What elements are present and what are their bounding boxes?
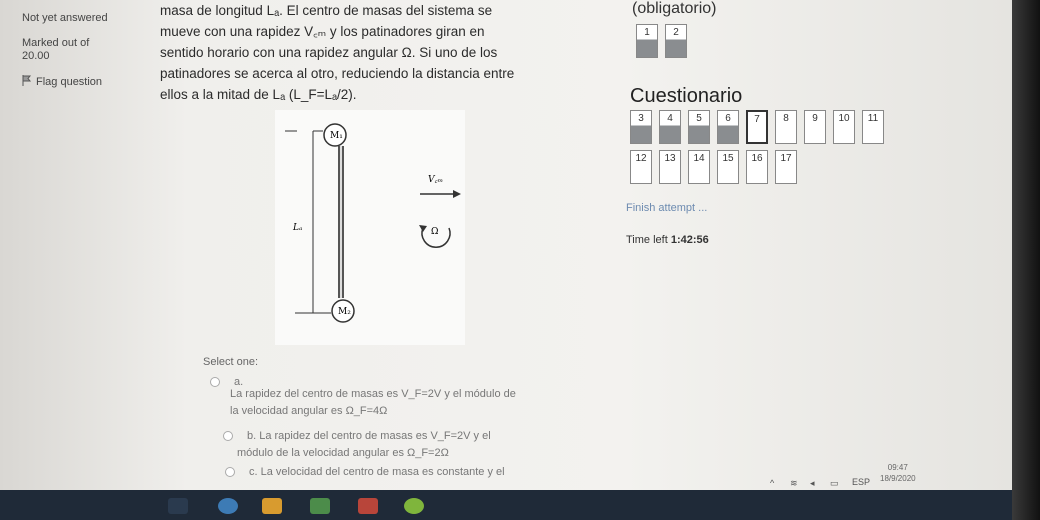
quiz-nav-number: 12 — [635, 153, 647, 164]
edge-browser-icon[interactable] — [218, 498, 238, 514]
volume-icon[interactable]: ◂ — [810, 478, 815, 489]
answer-a-line1: La rapidez del centro de masas es V_F=2V… — [230, 388, 516, 400]
answer-option-c[interactable]: c. La velocidad del centro de masa es co… — [225, 464, 565, 481]
quiz-nav-number: 3 — [638, 113, 644, 124]
answer-c-line1: c. La velocidad del centro de masa es co… — [249, 466, 505, 478]
language-indicator[interactable]: ESP — [852, 477, 870, 487]
quiz-nav-button-5[interactable]: 5 — [688, 110, 710, 144]
quiz-nav-button-6[interactable]: 6 — [717, 110, 739, 144]
wifi-icon[interactable]: ≋ — [790, 478, 798, 489]
quiz-nav-number: 10 — [838, 113, 850, 124]
quiz-nav-button-2[interactable]: 2 — [665, 24, 687, 58]
quiz-nav-number: 8 — [783, 113, 789, 124]
quiz-nav-button-7[interactable]: 7 — [746, 110, 768, 144]
omega-arrow-head — [419, 225, 427, 232]
quiz-nav-number: 2 — [673, 27, 679, 38]
clock-date: 18/9/2020 — [880, 474, 916, 483]
quiz-nav-button-17[interactable]: 17 — [775, 150, 797, 184]
omega-label: Ω — [431, 227, 438, 237]
quiz-nav-title: Cuestionario — [630, 85, 743, 107]
chrome-icon[interactable] — [404, 498, 424, 514]
search-icon[interactable] — [168, 498, 188, 514]
taskbar — [0, 490, 1040, 520]
question-info: Not yet answered Marked out of 20.00 Fla… — [22, 12, 132, 90]
battery-icon[interactable]: ▭ — [830, 478, 839, 489]
flag-label: Flag question — [36, 76, 103, 88]
question-text: masa de longitud Lₐ. El centro de masas … — [160, 0, 560, 105]
quiz-nav-number: 16 — [751, 153, 763, 164]
vcm-label: V꜀ₘ — [428, 175, 443, 185]
time-left: Time left 1:42:56 — [626, 234, 709, 246]
answer-option-b[interactable]: b. La rapidez del centro de masas es V_F… — [223, 428, 563, 462]
quiz-nav-number: 7 — [754, 114, 760, 125]
quiz-nav-button-13[interactable]: 13 — [659, 150, 681, 184]
select-one-label: Select one: — [203, 356, 259, 368]
quiz-nav-button-12[interactable]: 12 — [630, 150, 652, 184]
quiz-nav-button-8[interactable]: 8 — [775, 110, 797, 144]
marked-label: Marked out of — [22, 37, 90, 49]
file-explorer-icon[interactable] — [262, 498, 282, 514]
quiz-nav-number: 1 — [644, 27, 650, 38]
answer-a-text: La rapidez del centro de masas es V_F=2V… — [230, 386, 570, 420]
quiz-nav-button-4[interactable]: 4 — [659, 110, 681, 144]
la-label: Lₐ — [292, 223, 302, 233]
quiz-nav-number: 13 — [664, 153, 676, 164]
tray-chevron-icon[interactable]: ^ — [770, 478, 774, 488]
marks-value: 20.00 — [22, 50, 50, 62]
quiz-nav-button-11[interactable]: 11 — [862, 110, 884, 144]
question-line: ellos a la mitad de Lₐ (L_F=Lₐ/2). — [160, 87, 357, 102]
quiz-nav-row: 12 13 14 15 16 17 — [630, 150, 797, 184]
physics-figure: M₁ M₂ Lₐ V꜀ₘ Ω — [275, 110, 465, 345]
quiz-nav-number: 15 — [722, 153, 734, 164]
office-icon[interactable] — [358, 498, 378, 514]
question-status: Not yet answered — [22, 12, 108, 24]
finish-attempt-link[interactable]: Finish attempt ... — [626, 202, 707, 214]
m2-label: M₂ — [338, 307, 351, 317]
question-line: mueve con una rapidez V꜀ₘ y los patinado… — [160, 24, 485, 39]
time-left-label: Time left — [626, 234, 668, 246]
quiz-nav-button-16[interactable]: 16 — [746, 150, 768, 184]
quiz-nav-button-14[interactable]: 14 — [688, 150, 710, 184]
quiz-nav-button-15[interactable]: 15 — [717, 150, 739, 184]
quiz-nav-number: 11 — [867, 113, 879, 124]
quiz-nav-row: 12 — [636, 24, 687, 58]
obligatorio-label: (obligatorio) — [632, 0, 717, 17]
radio-c[interactable] — [225, 467, 235, 478]
quiz-nav-button-10[interactable]: 10 — [833, 110, 855, 144]
quiz-nav-number: 6 — [725, 113, 731, 124]
quiz-nav-number: 9 — [812, 113, 818, 124]
flag-question-link[interactable]: Flag question — [22, 75, 132, 90]
answer-b-line2: módulo de la velocidad angular es Ω_F=2Ω — [237, 447, 449, 459]
quiz-nav-number: 17 — [780, 153, 792, 164]
radio-b[interactable] — [223, 431, 233, 442]
quiz-nav-number: 5 — [696, 113, 702, 124]
system-tray: ^ ≋ ◂ ▭ ESP — [770, 472, 970, 494]
screen-bezel — [1012, 0, 1040, 520]
m1-label: M₁ — [330, 131, 343, 141]
radio-a[interactable] — [210, 377, 220, 388]
answer-a-line2: la velocidad angular es Ω_F=4Ω — [230, 405, 388, 417]
skaters-diagram: M₁ M₂ Lₐ V꜀ₘ Ω — [285, 123, 461, 323]
answer-b-line1: b. La rapidez del centro de masas es V_F… — [247, 430, 491, 442]
quiz-nav-button-1[interactable]: 1 — [636, 24, 658, 58]
quiz-nav-button-3[interactable]: 3 — [630, 110, 652, 144]
marks-block: Marked out of 20.00 — [22, 37, 132, 63]
quiz-nav-number: 4 — [667, 113, 673, 124]
system-clock[interactable]: 09:47 18/9/2020 — [880, 462, 916, 484]
question-line: masa de longitud Lₐ. El centro de masas … — [160, 3, 493, 18]
question-line: patinadores se acerca al otro, reduciend… — [160, 66, 515, 81]
time-left-value: 1:42:56 — [670, 234, 709, 246]
quiz-nav-row: 3 4 5 6 7 8 9 10 11 — [630, 110, 884, 144]
quiz-nav-number: 14 — [693, 153, 705, 164]
question-line: sentido horario con una rapidez angular … — [160, 45, 498, 60]
vcm-arrow-head — [453, 190, 461, 198]
moodle-quiz-page: Not yet answered Marked out of 20.00 Fla… — [0, 0, 1040, 520]
store-icon[interactable] — [310, 498, 330, 514]
clock-time: 09:47 — [887, 463, 908, 472]
quiz-nav-button-9[interactable]: 9 — [804, 110, 826, 144]
flag-icon — [22, 75, 32, 90]
